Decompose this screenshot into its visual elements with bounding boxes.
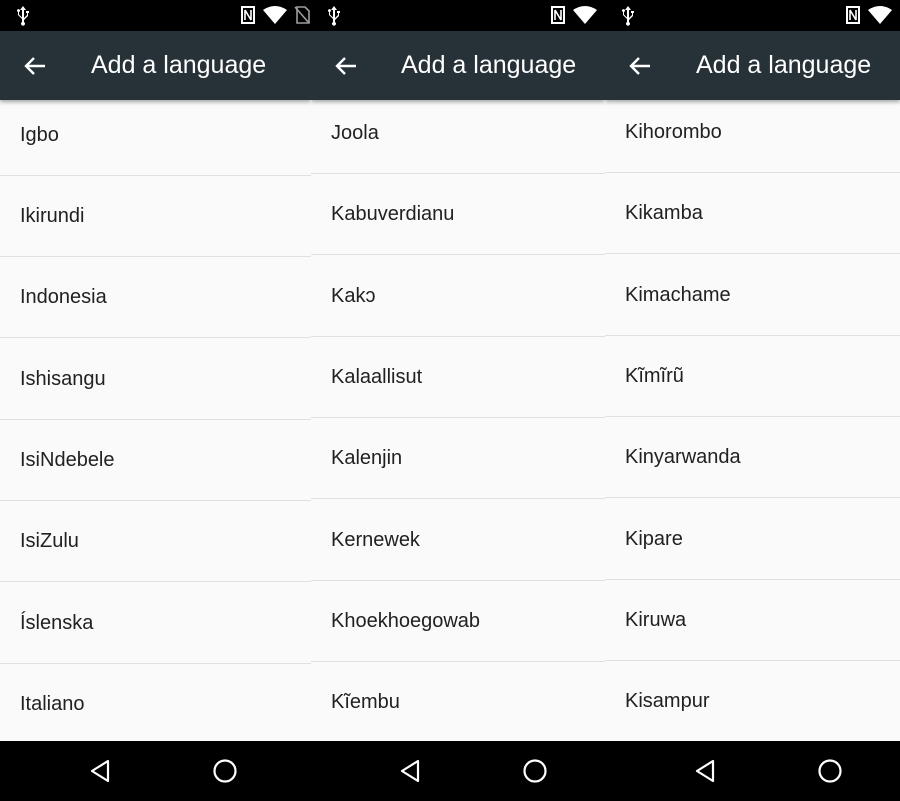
language-item[interactable]: Íslenska <box>0 583 311 664</box>
language-item[interactable]: Khoekhoegowab <box>311 581 605 662</box>
language-item[interactable]: Kabuverdianu <box>311 174 605 255</box>
screen-panel-1: Add a language Igbo Ikirundi Indonesia I… <box>0 0 311 801</box>
arrow-back-icon <box>629 57 650 75</box>
back-button[interactable] <box>14 48 56 84</box>
language-item[interactable]: Kihorombo <box>605 92 900 173</box>
nav-back-button[interactable] <box>394 755 426 787</box>
language-item[interactable]: IsiNdebele <box>0 420 311 501</box>
status-bar <box>0 0 311 31</box>
usb-icon <box>328 6 340 26</box>
app-bar: Add a language <box>0 31 311 100</box>
language-item[interactable]: Joola <box>311 93 605 174</box>
home-circle-icon <box>213 759 237 783</box>
language-item[interactable]: Kisampur <box>605 661 900 742</box>
wifi-icon <box>263 6 287 24</box>
arrow-back-icon <box>335 57 356 75</box>
nav-back-button[interactable] <box>84 755 116 787</box>
nav-back-button[interactable] <box>689 755 721 787</box>
nfc-icon <box>241 6 255 24</box>
language-item[interactable]: Kimachame <box>605 255 900 336</box>
page-title: Add a language <box>91 51 267 79</box>
language-item[interactable]: Igbo <box>0 95 311 176</box>
nav-home-button[interactable] <box>814 755 846 787</box>
status-bar <box>311 0 605 31</box>
screen-panel-2: Add a language Joola Kabuverdianu Kakɔ K… <box>311 0 605 801</box>
no-sim-icon <box>294 6 310 24</box>
page-title: Add a language <box>401 51 577 79</box>
back-button[interactable] <box>619 48 661 84</box>
language-item[interactable]: Kĩembu <box>311 662 605 743</box>
navigation-bar <box>311 741 605 801</box>
language-item[interactable]: Italiano <box>0 664 311 745</box>
back-triangle-icon <box>695 759 715 783</box>
nfc-icon <box>551 6 565 24</box>
wifi-icon <box>868 6 892 24</box>
back-triangle-icon <box>90 759 110 783</box>
back-triangle-icon <box>400 759 420 783</box>
language-item[interactable]: Kipare <box>605 499 900 580</box>
app-bar: Add a language <box>605 31 900 100</box>
language-item[interactable]: IsiZulu <box>0 501 311 582</box>
nav-home-button[interactable] <box>209 755 241 787</box>
language-item[interactable]: Indonesia <box>0 257 311 338</box>
nfc-icon <box>846 6 860 24</box>
language-item[interactable]: Kakɔ <box>311 256 605 337</box>
navigation-bar <box>605 741 900 801</box>
status-bar <box>605 0 900 31</box>
arrow-back-icon <box>24 57 45 75</box>
usb-icon <box>17 6 29 26</box>
nav-home-button[interactable] <box>519 755 551 787</box>
language-item[interactable]: Ikirundi <box>0 176 311 257</box>
language-item[interactable]: Kalenjin <box>311 418 605 499</box>
navigation-bar <box>0 741 311 801</box>
language-item[interactable]: Kiruwa <box>605 580 900 661</box>
back-button[interactable] <box>325 48 367 84</box>
app-bar: Add a language <box>311 31 605 100</box>
page-title: Add a language <box>696 51 872 79</box>
wifi-icon <box>573 6 597 24</box>
usb-icon <box>622 6 634 26</box>
language-item[interactable]: Ishisangu <box>0 339 311 420</box>
language-item[interactable]: Kĩmĩrũ <box>605 336 900 417</box>
language-item[interactable]: Kinyarwanda <box>605 417 900 498</box>
home-circle-icon <box>523 759 547 783</box>
home-circle-icon <box>818 759 842 783</box>
language-item[interactable]: Kernewek <box>311 500 605 581</box>
language-item[interactable]: Kikamba <box>605 173 900 254</box>
language-item[interactable]: Kalaallisut <box>311 337 605 418</box>
screen-panel-3: Add a language Kihorombo Kikamba Kimacha… <box>605 0 900 801</box>
